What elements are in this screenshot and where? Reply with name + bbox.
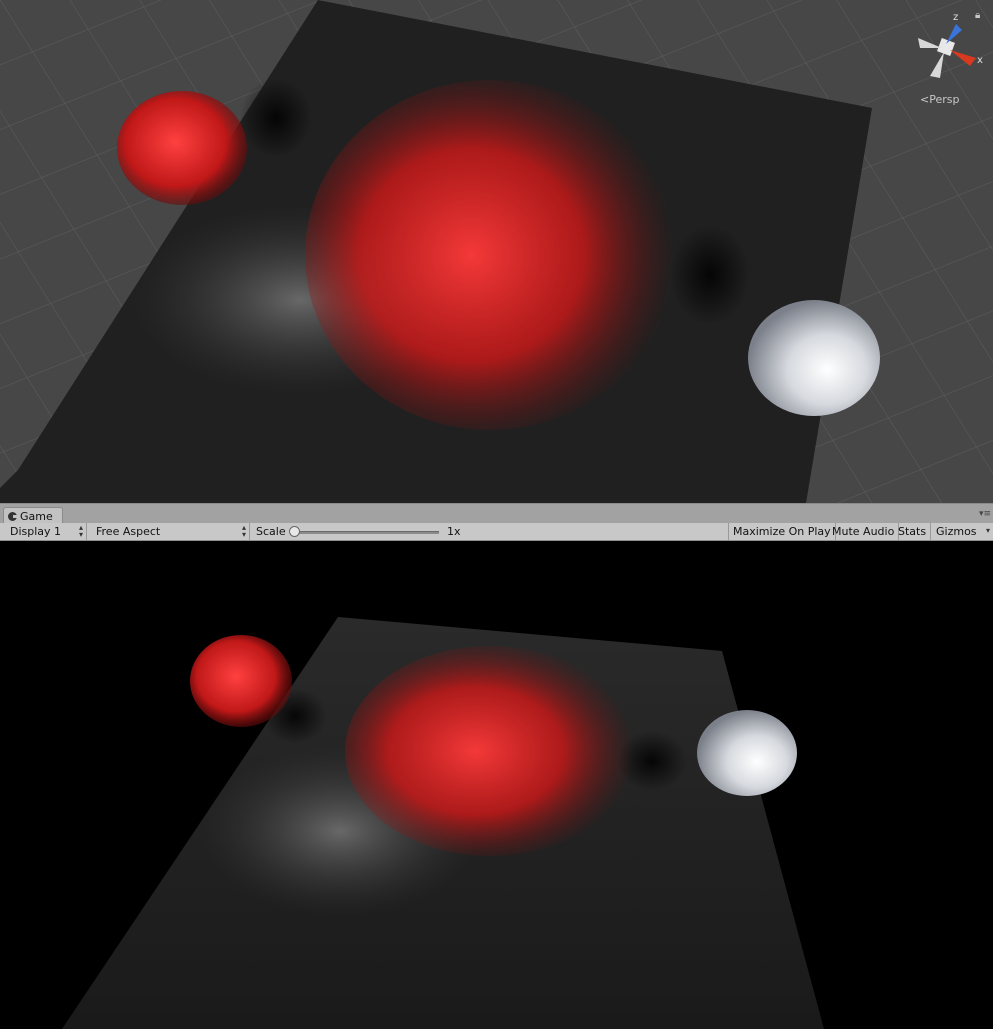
stats-button[interactable]: Stats xyxy=(894,523,932,540)
mute-audio-label: Mute Audio xyxy=(832,525,895,538)
scale-slider-track[interactable] xyxy=(293,531,439,534)
aspect-dropdown[interactable]: Free Aspect ▴ ▾ xyxy=(90,523,250,540)
stats-label: Stats xyxy=(898,525,927,538)
display-dropdown[interactable]: Display 1 ▴ ▾ xyxy=(0,523,87,540)
game-fire-sphere-small xyxy=(190,635,292,727)
game-viewport xyxy=(62,617,824,1029)
scale-label: Scale xyxy=(256,525,286,538)
game-fire-sphere-large xyxy=(345,646,635,856)
display-dropdown-label: Display 1 xyxy=(10,525,62,538)
tab-game[interactable]: Game xyxy=(3,507,63,524)
fire-sphere-small[interactable] xyxy=(117,91,247,205)
dropdown-arrows-icon: ▴ ▾ xyxy=(78,523,83,539)
scene-viewport xyxy=(0,0,993,503)
game-tab-bar: Game ▾≡ xyxy=(0,503,993,524)
chevron-down-icon: ▾ xyxy=(985,526,990,535)
aspect-dropdown-label: Free Aspect xyxy=(96,525,161,538)
perspective-toggle[interactable]: <Persp xyxy=(920,93,959,106)
game-view[interactable] xyxy=(0,541,993,1029)
fire-sphere-large[interactable] xyxy=(305,80,675,430)
scale-value: 1x xyxy=(447,525,461,538)
game-icon xyxy=(8,511,17,521)
white-sphere[interactable] xyxy=(748,300,880,416)
gizmos-dropdown[interactable]: Gizmos ▾ xyxy=(932,523,993,540)
projection-label: Persp xyxy=(929,93,960,106)
white-sphere-shadow xyxy=(670,225,750,325)
axis-z-label: z xyxy=(953,12,959,23)
dropdown-arrows-icon: ▴ ▾ xyxy=(241,523,246,539)
tab-menu-icon[interactable]: ▾≡ xyxy=(979,509,991,519)
lock-icon[interactable]: 🔒︎ xyxy=(975,10,980,21)
gizmos-label: Gizmos xyxy=(936,525,977,538)
mute-audio-button[interactable]: Mute Audio xyxy=(828,523,900,540)
maximize-on-play-button[interactable]: Maximize On Play xyxy=(728,523,836,540)
perspective-icon: < xyxy=(920,93,930,106)
game-white-sphere xyxy=(697,710,797,796)
small-fire-sphere-shadow xyxy=(240,78,312,158)
axis-x-label: x xyxy=(977,55,983,66)
game-toolbar: Display 1 ▴ ▾ Free Aspect ▴ ▾ Scale 1x Max… xyxy=(0,523,993,541)
tab-game-label: Game xyxy=(20,509,53,523)
scene-view[interactable]: z x 🔒︎ <Persp xyxy=(0,0,993,503)
maximize-on-play-label: Maximize On Play xyxy=(733,525,831,538)
scale-slider-thumb[interactable] xyxy=(289,526,300,537)
